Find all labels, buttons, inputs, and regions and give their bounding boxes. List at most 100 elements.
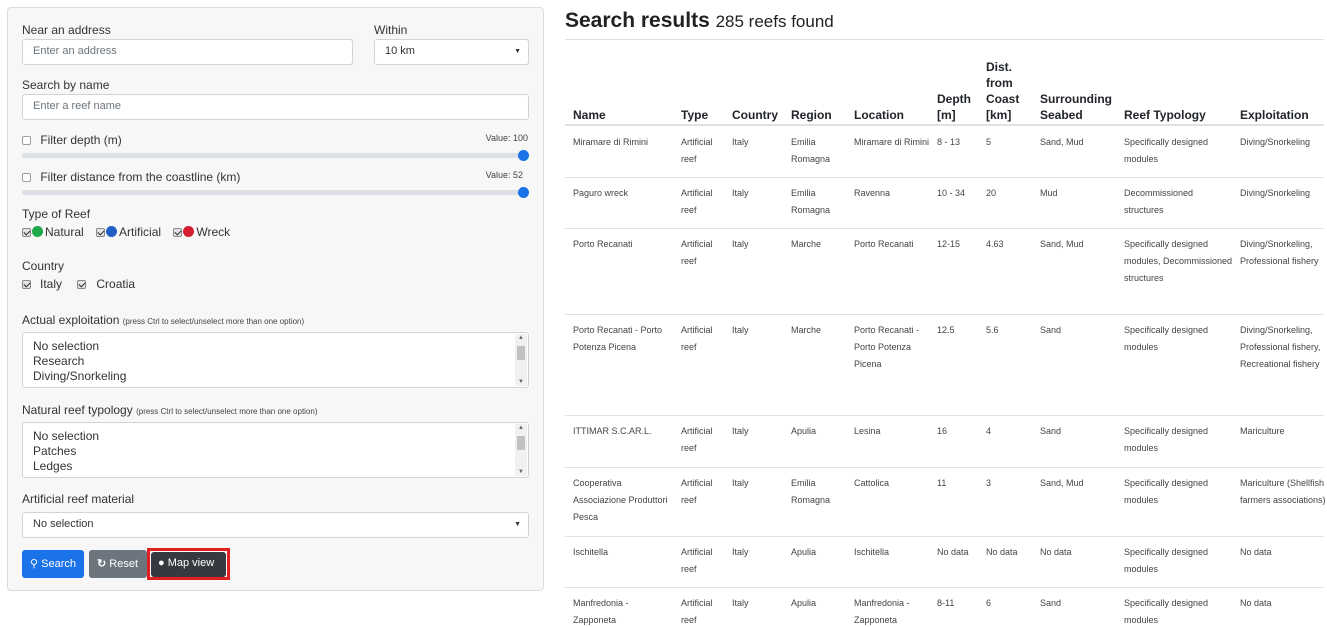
scroll-down-icon[interactable]: ▼ bbox=[518, 469, 524, 475]
scrollbar-thumb[interactable] bbox=[517, 346, 525, 360]
table-cell: Apulia bbox=[791, 598, 817, 608]
title-divider bbox=[565, 39, 1324, 40]
table-cell: Artificial reef bbox=[681, 547, 713, 574]
wreck-checkbox[interactable] bbox=[173, 228, 183, 237]
column-header: Reef Typology bbox=[1124, 108, 1206, 122]
scroll-up-icon[interactable]: ▲ bbox=[518, 425, 524, 431]
results-count: 285 reefs found bbox=[715, 12, 834, 31]
scroll-down-icon[interactable]: ▼ bbox=[518, 379, 524, 385]
table-cell: Specifically designed modules bbox=[1124, 137, 1209, 164]
table-cell: Emilia Romagna bbox=[791, 478, 831, 505]
row-divider bbox=[565, 467, 1324, 468]
artificial-label: Artificial bbox=[119, 225, 162, 239]
results-title: Search results 285 reefs found bbox=[565, 9, 834, 33]
column-header: Exploitation bbox=[1240, 108, 1309, 122]
filter-distance-checkbox[interactable] bbox=[22, 173, 31, 182]
table-cell: Diving/Snorkeling bbox=[1240, 137, 1311, 147]
within-select[interactable]: 10 km ▼ bbox=[374, 39, 529, 65]
table-cell: Porto Recanati - Porto Potenza Picena bbox=[573, 325, 663, 352]
country-options: Italy Croatia bbox=[22, 277, 135, 291]
wreck-dot-icon bbox=[183, 226, 195, 237]
italy-checkbox[interactable] bbox=[22, 280, 31, 289]
table-cell: Artificial reef bbox=[681, 598, 713, 625]
filter-distance-label: Filter distance from the coastline (km) bbox=[40, 170, 241, 184]
row-divider bbox=[565, 314, 1324, 315]
exploitation-multiselect[interactable]: No selection Research Diving/Snorkeling … bbox=[22, 332, 529, 388]
table-cell: Specifically designed modules bbox=[1124, 325, 1209, 352]
material-select[interactable]: No selection ▼ bbox=[22, 512, 529, 538]
row-divider bbox=[565, 415, 1324, 416]
reset-button[interactable]: ↻ Reset bbox=[89, 550, 147, 578]
depth-slider-handle[interactable] bbox=[518, 150, 529, 161]
table-cell: 8 - 13 bbox=[937, 137, 961, 147]
map-marker-icon: ● bbox=[158, 557, 165, 569]
typology-option[interactable]: Patches bbox=[23, 444, 99, 459]
typology-multiselect[interactable]: No selection Patches Ledges ▲ ▼ bbox=[22, 422, 529, 478]
table-cell: Artificial reef bbox=[681, 188, 713, 215]
column-header: Surrounding Seabed bbox=[1040, 92, 1112, 122]
natural-checkbox[interactable] bbox=[22, 228, 31, 237]
table-cell: No data bbox=[1240, 598, 1272, 608]
reef-type-options: Natural Artificial Wreck bbox=[22, 225, 230, 239]
table-cell: Decommissioned structures bbox=[1124, 188, 1194, 215]
table-cell: 16 bbox=[937, 426, 948, 436]
filter-depth-row: Filter depth (m) bbox=[22, 133, 122, 147]
map-view-button-label: Map view bbox=[167, 557, 215, 569]
depth-slider-track[interactable] bbox=[22, 153, 524, 158]
table-cell: Lesina bbox=[854, 426, 881, 436]
table-cell: No data bbox=[937, 547, 969, 557]
table-cell: Specifically designed modules bbox=[1124, 547, 1209, 574]
table-cell: Porto Recanati bbox=[573, 239, 633, 249]
table-cell: Diving/Snorkeling, Professional fishery bbox=[1240, 239, 1319, 266]
distance-slider-handle[interactable] bbox=[518, 187, 529, 198]
column-header: Depth [m] bbox=[937, 92, 971, 122]
row-divider bbox=[565, 177, 1324, 178]
exploitation-option[interactable]: Research bbox=[23, 354, 126, 369]
croatia-checkbox[interactable] bbox=[77, 280, 87, 289]
exploitation-scrollbar[interactable]: ▲ ▼ bbox=[515, 334, 527, 386]
scrollbar-thumb[interactable] bbox=[517, 436, 525, 450]
exploitation-option[interactable]: No selection bbox=[23, 339, 126, 354]
exploitation-option[interactable]: Diving/Snorkeling bbox=[23, 369, 126, 384]
reef-name-input[interactable]: Enter a reef name bbox=[22, 94, 529, 120]
artificial-checkbox[interactable] bbox=[96, 228, 106, 237]
table-cell: 20 bbox=[986, 188, 997, 198]
table-cell: 6 bbox=[986, 598, 992, 608]
address-input[interactable]: Enter an address bbox=[22, 39, 353, 65]
table-cell: 12.5 bbox=[937, 325, 955, 335]
distance-slider-track[interactable] bbox=[22, 190, 524, 195]
table-cell: Diving/Snorkeling, Professional fishery,… bbox=[1240, 325, 1321, 369]
table-cell: Cooperativa Associazione Produttori Pesc… bbox=[573, 478, 668, 522]
table-cell: Specifically designed modules, Decommiss… bbox=[1124, 239, 1233, 283]
typology-scrollbar[interactable]: ▲ ▼ bbox=[515, 424, 527, 476]
map-view-button[interactable]: ● Map view bbox=[151, 552, 226, 577]
table-cell: Mariculture (Shellfish farmers associati… bbox=[1240, 478, 1326, 505]
exploitation-note: (press Ctrl to select/unselect more than… bbox=[122, 317, 305, 326]
chevron-down-icon: ▼ bbox=[514, 48, 521, 55]
column-header: Location bbox=[854, 108, 904, 122]
table-cell: Italy bbox=[732, 478, 749, 488]
table-cell: No data bbox=[1240, 547, 1272, 557]
table-cell: Diving/Snorkeling bbox=[1240, 188, 1311, 198]
typology-option[interactable]: No selection bbox=[23, 429, 99, 444]
filter-depth-checkbox[interactable] bbox=[22, 136, 31, 145]
table-cell: Marche bbox=[791, 239, 822, 249]
table-cell: Apulia bbox=[791, 426, 817, 436]
filter-depth-label: Filter depth (m) bbox=[40, 133, 122, 147]
table-cell: Mud bbox=[1040, 188, 1058, 198]
search-name-label: Search by name bbox=[22, 78, 110, 92]
exploitation-label: Actual exploitation bbox=[22, 313, 120, 327]
typology-option[interactable]: Ledges bbox=[23, 459, 99, 474]
table-cell: Porto Recanati bbox=[854, 239, 914, 249]
table-cell: Specifically designed modules bbox=[1124, 426, 1209, 453]
country-label: Country bbox=[22, 259, 65, 273]
table-cell: Artificial reef bbox=[681, 426, 713, 453]
table-cell: ITTIMAR S.C.AR.L. bbox=[573, 426, 652, 436]
scroll-up-icon[interactable]: ▲ bbox=[518, 335, 524, 341]
typology-note: (press Ctrl to select/unselect more than… bbox=[136, 407, 318, 416]
column-header: Region bbox=[791, 108, 832, 122]
search-button[interactable]: ⚲ Search bbox=[22, 550, 84, 578]
table-cell: Ischitella bbox=[573, 547, 609, 557]
reef-type-label: Type of Reef bbox=[22, 207, 91, 221]
table-cell: 5.6 bbox=[986, 325, 999, 335]
